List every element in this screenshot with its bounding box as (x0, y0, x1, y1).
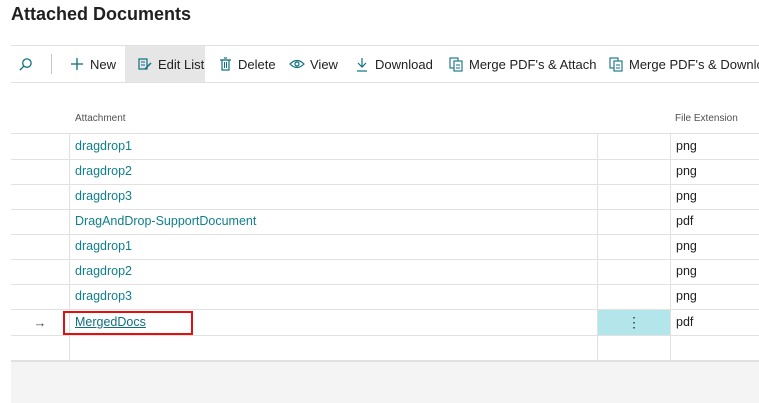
file-extension-cell: png (671, 259, 759, 284)
row-actions-cell[interactable] (598, 209, 671, 234)
attachment-cell[interactable]: dragdrop1 (69, 134, 598, 159)
attachment-cell[interactable]: dragdrop3 (69, 184, 598, 209)
merge-pdf-icon (448, 56, 464, 72)
view-button[interactable]: View (289, 46, 338, 82)
attachment-link[interactable]: dragdrop1 (75, 239, 132, 253)
table-row[interactable]: dragdrop1 png (11, 134, 759, 160)
search-icon (17, 56, 33, 72)
attachment-link[interactable]: dragdrop2 (75, 264, 132, 278)
file-extension-cell: png (671, 184, 759, 209)
attachment-link[interactable]: dragdrop2 (75, 164, 132, 178)
merge-pdf-icon (608, 56, 624, 72)
attachment-cell[interactable]: dragdrop3 (69, 284, 598, 309)
attachment-cell[interactable]: DragAndDrop-SupportDocument (69, 209, 598, 234)
merge-pdf-attach-label: Merge PDF's & Attach (469, 56, 597, 72)
attachment-link[interactable]: DragAndDrop-SupportDocument (75, 214, 256, 228)
edit-list-button[interactable]: Edit List (125, 46, 205, 82)
file-extension-cell: png (671, 134, 759, 159)
row-actions-cell[interactable] (598, 335, 671, 360)
attachment-cell[interactable]: dragdrop2 (69, 159, 598, 184)
row-actions-cell[interactable] (598, 259, 671, 284)
file-extension-cell: pdf (671, 310, 759, 335)
column-header-attachment[interactable]: Attachment (75, 113, 126, 124)
row-actions-cell[interactable] (598, 234, 671, 259)
trash-icon (217, 56, 233, 72)
delete-label: Delete (238, 56, 276, 72)
attachment-link[interactable]: dragdrop1 (75, 139, 132, 153)
delete-button[interactable]: Delete (217, 46, 276, 82)
row-indicator (11, 335, 70, 360)
download-icon (354, 56, 370, 72)
action-bar: New Edit List Delete View Download Merge… (11, 45, 759, 83)
new-button[interactable]: New (69, 46, 116, 82)
edit-list-label: Edit List (158, 56, 205, 72)
table-row[interactable]: dragdrop1 png (11, 234, 759, 260)
file-extension-cell (671, 335, 759, 360)
search-button[interactable] (17, 46, 38, 82)
attachment-cell[interactable]: dragdrop1 (69, 234, 598, 259)
table-row[interactable]: dragdrop3 png (11, 284, 759, 310)
row-indicator (11, 284, 70, 309)
file-extension-cell: png (671, 234, 759, 259)
edit-list-icon (137, 56, 153, 72)
attachment-cell[interactable]: dragdrop2 (69, 259, 598, 284)
merge-pdf-download-button[interactable]: Merge PDF's & Downlo (608, 46, 759, 82)
plus-icon (69, 56, 85, 72)
table-row[interactable]: dragdrop2 png (11, 259, 759, 285)
file-extension-cell: pdf (671, 209, 759, 234)
table-row-empty[interactable] (11, 335, 759, 361)
page-title: Attached Documents (11, 4, 192, 24)
row-indicator (11, 134, 70, 159)
row-indicator (11, 159, 70, 184)
file-extension-value: pdf (676, 214, 694, 228)
file-extension-cell: png (671, 284, 759, 309)
row-actions-cell[interactable] (598, 134, 671, 159)
file-extension-value: png (676, 189, 697, 203)
file-extension-value: png (676, 139, 697, 153)
file-extension-value: pdf (676, 315, 694, 329)
download-button[interactable]: Download (354, 46, 433, 82)
row-actions-menu-button[interactable]: ⋮ (598, 310, 671, 335)
file-extension-value: png (676, 239, 697, 253)
row-indicator (11, 209, 70, 234)
file-extension-value: png (676, 164, 697, 178)
row-actions-cell[interactable] (598, 159, 671, 184)
download-label: Download (375, 56, 433, 72)
row-actions-cell[interactable] (598, 284, 671, 309)
highlight-box (63, 311, 193, 335)
merge-pdf-attach-button[interactable]: Merge PDF's & Attach (448, 46, 596, 82)
current-row-arrow-icon: → (11, 310, 70, 335)
attachment-link[interactable]: dragdrop3 (75, 289, 132, 303)
attachment-cell[interactable] (69, 335, 598, 360)
file-extension-value: png (676, 289, 697, 303)
row-indicator (11, 259, 70, 284)
grid-header: Attachment File Extension (11, 104, 759, 134)
merge-pdf-download-label: Merge PDF's & Downlo (629, 56, 759, 72)
table-row[interactable]: DragAndDrop-SupportDocument pdf (11, 209, 759, 235)
view-label: View (310, 56, 338, 72)
file-extension-cell: png (671, 159, 759, 184)
table-row[interactable]: dragdrop2 png (11, 159, 759, 185)
new-label: New (90, 56, 117, 72)
toolbar-separator (51, 54, 52, 74)
row-actions-cell[interactable] (598, 184, 671, 209)
row-indicator (11, 234, 70, 259)
table-row[interactable]: dragdrop3 png (11, 184, 759, 210)
eye-icon (289, 56, 305, 72)
column-header-file-extension[interactable]: File Extension (675, 113, 738, 124)
file-extension-value: png (676, 264, 697, 278)
row-indicator (11, 184, 70, 209)
attachment-link[interactable]: dragdrop3 (75, 189, 132, 203)
grid-footer (11, 361, 759, 403)
